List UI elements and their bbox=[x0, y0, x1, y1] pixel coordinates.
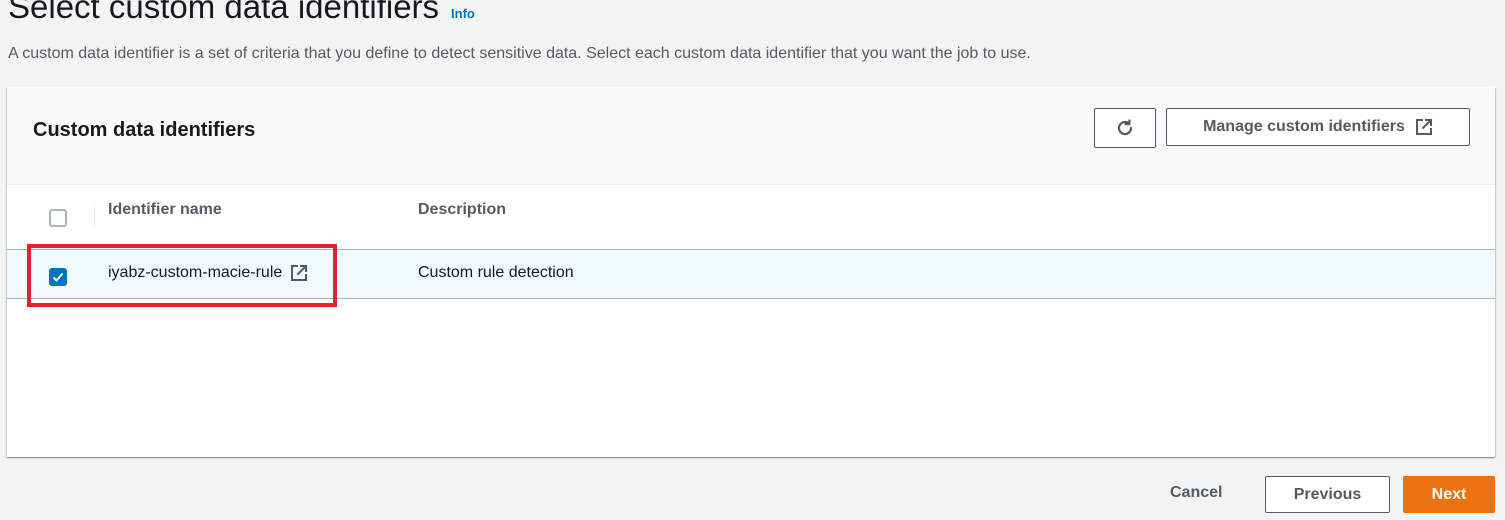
panel-title: Custom data identifiers bbox=[33, 119, 256, 141]
external-link-icon bbox=[1415, 118, 1433, 135]
row-checkbox[interactable] bbox=[49, 268, 67, 286]
panel-header: Custom data identifiers Manage custom id… bbox=[7, 87, 1495, 185]
refresh-icon bbox=[1117, 119, 1133, 136]
next-button[interactable]: Next bbox=[1403, 476, 1495, 513]
checkmark-icon bbox=[52, 272, 64, 282]
page-description: A custom data identifier is a set of cri… bbox=[8, 45, 1031, 62]
page: Select custom data identifiers Info A cu… bbox=[0, 0, 1505, 520]
page-header: Select custom data identifiers Info bbox=[8, 0, 475, 26]
previous-button[interactable]: Previous bbox=[1265, 476, 1390, 513]
table-row[interactable]: iyabz-custom-macie-rule Custom rule dete… bbox=[7, 249, 1495, 299]
column-header-description: Description bbox=[418, 201, 507, 218]
cancel-button[interactable]: Cancel bbox=[1170, 484, 1222, 502]
refresh-button[interactable] bbox=[1094, 108, 1156, 148]
info-link[interactable]: Info bbox=[451, 6, 475, 21]
identifier-name-link[interactable]: iyabz-custom-macie-rule bbox=[108, 264, 282, 282]
manage-button-label: Manage custom identifiers bbox=[1203, 118, 1405, 135]
table-header: Identifier name Description bbox=[7, 185, 1495, 248]
page-title: Select custom data identifiers bbox=[8, 0, 440, 25]
custom-identifiers-panel: Custom data identifiers Manage custom id… bbox=[7, 87, 1495, 457]
column-divider bbox=[94, 203, 95, 227]
column-header-identifier-name: Identifier name bbox=[108, 201, 222, 218]
manage-custom-identifiers-button[interactable]: Manage custom identifiers bbox=[1166, 108, 1470, 146]
identifier-name-cell: iyabz-custom-macie-rule bbox=[108, 264, 308, 282]
identifier-description-cell: Custom rule detection bbox=[418, 264, 574, 281]
select-all-checkbox[interactable] bbox=[49, 209, 67, 227]
external-link-icon[interactable] bbox=[290, 264, 308, 282]
